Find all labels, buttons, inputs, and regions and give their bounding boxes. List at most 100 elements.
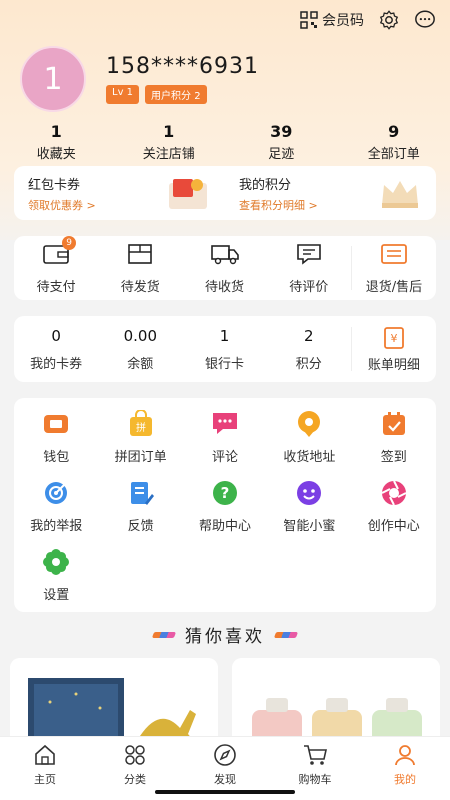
- asset-coupons[interactable]: 0 我的卡券: [14, 327, 98, 372]
- points-link[interactable]: 查看积分明细 >: [239, 197, 318, 213]
- top-bar: 会员码: [300, 8, 436, 32]
- stat-followed-shops[interactable]: 1 关注店铺: [119, 122, 219, 162]
- asset-number: 0.00: [123, 326, 157, 345]
- stats-row: 1 收藏夹 1 关注店铺 39 足迹 9 全部订单: [0, 122, 450, 162]
- tool-feedback[interactable]: 反馈: [98, 479, 182, 534]
- asset-label: 我的卡券: [30, 356, 83, 372]
- stat-label: 全部订单: [367, 147, 420, 162]
- tab-label: 我的: [394, 773, 416, 786]
- coupon-entry[interactable]: 红包卡券 领取优惠券 >: [14, 166, 225, 220]
- tool-label: 拼团订单: [114, 450, 167, 465]
- assets-card: 0 我的卡券 0.00 余额 1 银行卡 2 积分 ¥ 账单明细: [14, 316, 436, 382]
- tool-label: 智能小蜜: [283, 519, 336, 534]
- order-pending-shipment[interactable]: 待发货: [98, 242, 182, 295]
- order-label: 待评价: [289, 279, 329, 295]
- tool-label: 我的举报: [30, 519, 83, 534]
- member-code-button[interactable]: 会员码: [300, 10, 364, 30]
- tool-label: 创作中心: [367, 519, 420, 534]
- tool-help-center[interactable]: ? 帮助中心: [183, 479, 267, 534]
- home-icon: [35, 744, 55, 765]
- message-icon[interactable]: [414, 9, 436, 31]
- tab-label: 购物车: [298, 773, 332, 786]
- order-label: 待收货: [205, 279, 245, 295]
- tools-card: 钱包 拼 拼团订单 评论 收货地址 签到 我的举报 反馈 ? 帮助中心 智能小蜜…: [14, 398, 436, 612]
- coupon-title: 红包卡券: [28, 177, 81, 193]
- tool-label: 评论: [211, 450, 238, 465]
- red-envelope-icon: [169, 179, 207, 209]
- tool-group-orders[interactable]: 拼 拼团订单: [98, 410, 182, 465]
- truck-icon: [210, 244, 239, 264]
- bill-icon: ¥: [384, 326, 404, 349]
- profile-section: 1 158****6931 Lv 1 用户积分 2: [20, 46, 259, 112]
- target-report-icon: [45, 482, 68, 504]
- shopping-cart-icon: [304, 745, 327, 765]
- avatar-text: 1: [43, 61, 63, 97]
- avatar[interactable]: 1: [20, 46, 86, 112]
- asset-points[interactable]: 2 积分: [267, 327, 351, 372]
- tool-settings[interactable]: 设置: [14, 548, 98, 603]
- user-phone: 158****6931: [106, 54, 259, 79]
- tool-comment[interactable]: 评论: [183, 410, 267, 465]
- qr-code-icon: [300, 11, 318, 29]
- wallet-icon: [44, 415, 69, 433]
- stat-footprints[interactable]: 39 足迹: [231, 122, 331, 162]
- stat-label: 收藏夹: [36, 147, 76, 162]
- tab-label: 发现: [214, 773, 236, 786]
- tool-report[interactable]: 我的举报: [14, 479, 98, 534]
- asset-label: 银行卡: [205, 356, 245, 372]
- asset-number: 2: [303, 326, 314, 345]
- coupon-link[interactable]: 领取优惠券 >: [28, 197, 96, 213]
- tool-address[interactable]: 收货地址: [267, 410, 351, 465]
- location-pin-icon: [298, 411, 321, 437]
- refund-list-icon: [381, 243, 407, 264]
- guess-title: 猜你喜欢: [185, 627, 265, 647]
- stat-favorites[interactable]: 1 收藏夹: [6, 122, 106, 162]
- level-badge: Lv 1: [106, 85, 140, 104]
- asset-label: 账单明细: [367, 357, 420, 373]
- orders-card: 9 待支付 待发货 待收货 待评价 退货/售后: [14, 235, 436, 300]
- stat-number: 1: [50, 122, 62, 141]
- tool-checkin[interactable]: 签到: [352, 410, 436, 465]
- aperture-icon: [381, 480, 407, 506]
- tab-label: 主页: [34, 773, 56, 786]
- stat-number: 9: [388, 122, 400, 141]
- points-title: 我的积分: [239, 177, 292, 193]
- asset-number: 1: [219, 326, 230, 345]
- order-pending-review[interactable]: 待评价: [267, 242, 351, 295]
- compass-icon: [214, 744, 236, 766]
- edit-document-icon: [130, 482, 154, 505]
- comment-bubble-icon: [212, 413, 237, 434]
- assistant-smile-icon: [297, 481, 322, 505]
- group-buy-bag-icon: 拼: [129, 410, 152, 436]
- tool-label: 帮助中心: [198, 519, 251, 534]
- coupon-points-card: 红包卡券 领取优惠券 > 我的积分 查看积分明细 >: [14, 166, 436, 220]
- stat-all-orders[interactable]: 9 全部订单: [344, 122, 444, 162]
- asset-number: 0: [51, 326, 61, 345]
- tool-label: 反馈: [127, 519, 154, 534]
- asset-bank-cards[interactable]: 1 银行卡: [182, 327, 266, 372]
- guess-you-like-header: 猜你喜欢: [0, 622, 450, 647]
- settings-gear-icon[interactable]: [378, 9, 400, 31]
- asset-balance[interactable]: 0.00 余额: [98, 327, 182, 372]
- order-pending-payment[interactable]: 9 待支付: [14, 235, 98, 295]
- order-refund-aftersales[interactable]: 退货/售后: [352, 242, 436, 295]
- order-pending-receipt[interactable]: 待收货: [182, 242, 266, 295]
- box-icon: [128, 243, 153, 264]
- bill-details[interactable]: ¥ 账单明细: [352, 326, 436, 373]
- stat-number: 1: [163, 122, 175, 141]
- tool-wallet[interactable]: 钱包: [14, 410, 98, 465]
- tool-creator-center[interactable]: 创作中心: [352, 479, 436, 534]
- asset-label: 积分: [295, 356, 322, 372]
- tab-label: 分类: [124, 773, 146, 786]
- member-code-label: 会员码: [322, 13, 364, 29]
- stat-number: 39: [270, 122, 293, 141]
- tab-home[interactable]: 主页: [0, 737, 90, 800]
- asset-label: 余额: [127, 356, 154, 372]
- tool-smart-assistant[interactable]: 智能小蜜: [267, 479, 351, 534]
- user-profile-icon: [395, 745, 415, 766]
- tab-mine[interactable]: 我的: [360, 737, 450, 800]
- svg-text:?: ?: [221, 484, 230, 502]
- points-entry[interactable]: 我的积分 查看积分明细 >: [225, 166, 436, 220]
- settings-flower-icon: [43, 549, 70, 575]
- decor-stripe-right: [273, 631, 299, 638]
